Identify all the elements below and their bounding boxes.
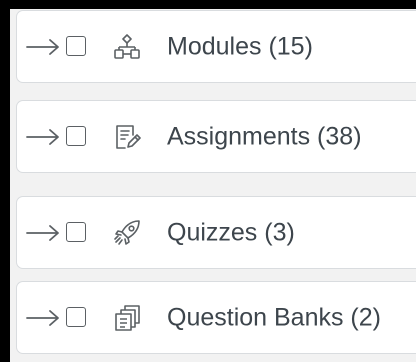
question-banks-icon	[113, 304, 141, 332]
expand-arrow-icon[interactable]	[25, 309, 61, 327]
quizzes-rocket-icon	[113, 219, 141, 247]
assignments-checkbox[interactable]	[66, 125, 86, 146]
quizzes-checkbox[interactable]	[66, 221, 86, 242]
modules-label: Modules (15)	[167, 32, 313, 60]
assignments-icon	[113, 123, 141, 151]
content-selection-panel: Modules (15) Assignments (38) Quizzes (3…	[10, 9, 416, 362]
list-item-modules[interactable]: Modules (15)	[16, 10, 416, 83]
list-item-assignments[interactable]: Assignments (38)	[16, 100, 416, 173]
question-banks-label: Question Banks (2)	[167, 303, 381, 331]
modules-checkbox[interactable]	[66, 35, 86, 56]
modules-icon	[113, 33, 141, 61]
expand-arrow-icon[interactable]	[25, 128, 61, 146]
question-banks-checkbox[interactable]	[66, 306, 86, 327]
expand-arrow-icon[interactable]	[25, 224, 61, 242]
list-item-question-banks[interactable]: Question Banks (2)	[16, 281, 416, 354]
assignments-label: Assignments (38)	[167, 122, 362, 150]
quizzes-label: Quizzes (3)	[167, 218, 295, 246]
expand-arrow-icon[interactable]	[25, 38, 61, 56]
content-type-list: Modules (15) Assignments (38) Quizzes (3…	[16, 9, 416, 362]
list-item-quizzes[interactable]: Quizzes (3)	[16, 196, 416, 269]
